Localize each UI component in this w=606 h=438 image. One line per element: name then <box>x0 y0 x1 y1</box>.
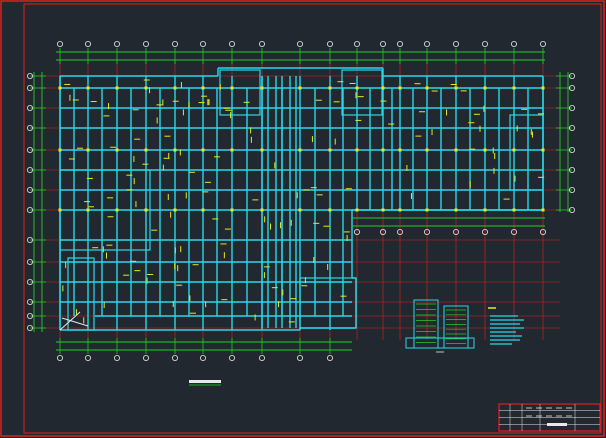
column-marker <box>115 208 119 212</box>
column-marker <box>541 148 545 152</box>
column-marker <box>425 208 429 212</box>
column-marker <box>454 148 458 152</box>
column-marker <box>398 86 402 90</box>
column-marker <box>260 208 264 212</box>
column-marker <box>201 208 205 212</box>
column-marker <box>86 148 90 152</box>
column-marker <box>58 208 62 212</box>
column-marker <box>483 208 487 212</box>
structural-plan-drawing <box>0 0 606 438</box>
column-marker <box>381 86 385 90</box>
column-marker <box>398 208 402 212</box>
column-marker <box>512 148 516 152</box>
column-marker <box>541 208 545 212</box>
column-marker <box>230 208 234 212</box>
column-marker <box>260 86 264 90</box>
column-marker <box>454 208 458 212</box>
column-marker <box>483 86 487 90</box>
scale-bar-fill <box>189 380 221 383</box>
column-marker <box>86 86 90 90</box>
column-marker <box>381 148 385 152</box>
column-marker <box>328 148 332 152</box>
column-marker <box>115 86 119 90</box>
column-marker <box>425 86 429 90</box>
column-marker <box>173 148 177 152</box>
column-marker <box>355 86 359 90</box>
column-marker <box>355 208 359 212</box>
column-marker <box>260 148 264 152</box>
column-marker <box>541 86 545 90</box>
column-marker <box>173 86 177 90</box>
column-marker <box>512 86 516 90</box>
column-marker <box>328 208 332 212</box>
column-marker <box>425 148 429 152</box>
column-marker <box>230 148 234 152</box>
column-marker <box>58 148 62 152</box>
column-marker <box>298 148 302 152</box>
column-marker <box>398 148 402 152</box>
column-marker <box>58 86 62 90</box>
column-marker <box>381 208 385 212</box>
drawing-background <box>0 0 606 438</box>
column-marker <box>230 86 234 90</box>
column-marker <box>144 208 148 212</box>
column-marker <box>298 208 302 212</box>
column-marker <box>144 148 148 152</box>
column-marker <box>355 148 359 152</box>
title-block-drawing-number <box>547 423 567 426</box>
column-marker <box>512 208 516 212</box>
column-marker <box>201 86 205 90</box>
column-marker <box>173 208 177 212</box>
column-marker <box>144 86 148 90</box>
column-marker <box>454 86 458 90</box>
column-marker <box>115 148 119 152</box>
cad-viewport[interactable] <box>0 0 606 438</box>
column-marker <box>328 86 332 90</box>
column-marker <box>483 148 487 152</box>
column-marker <box>298 86 302 90</box>
column-marker <box>201 148 205 152</box>
column-marker <box>86 208 90 212</box>
